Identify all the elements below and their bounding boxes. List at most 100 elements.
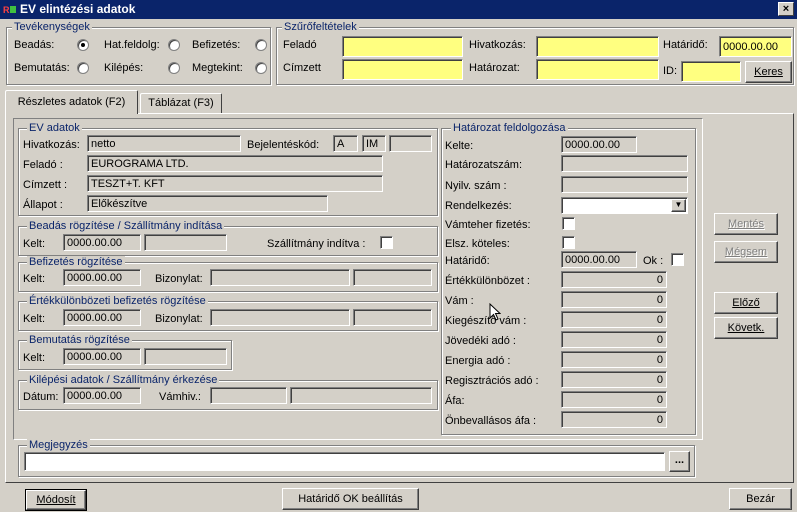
filter-cimzett-input[interactable] [342, 59, 463, 80]
bemutatas-kelt-field[interactable]: 0000.00.00 [63, 348, 141, 365]
amount-regisztracios-ado-field[interactable]: 0 [561, 371, 667, 388]
filter-hatarido-input[interactable]: 0000.00.00 [719, 36, 792, 57]
ev-bejelentes-label: Bejelentéskód: [247, 139, 320, 151]
tab-tablazat[interactable]: Táblázat (F3) [140, 93, 222, 113]
kilepesi-vamhiv-field[interactable] [210, 387, 287, 404]
szallitmany-checkbox[interactable] [380, 236, 393, 249]
mentes-button-label: Mentés [727, 218, 765, 230]
ev-allapot-field[interactable]: Előkészítve [87, 195, 328, 212]
elozo-button[interactable]: Előző [714, 292, 778, 314]
amount-label: Önbevallásos áfa : [445, 415, 537, 427]
befizetes-bizonylat-label: Bizonylat: [155, 273, 203, 285]
beadas-extra-field[interactable] [144, 234, 227, 251]
radio-hatfeldolg[interactable] [168, 39, 180, 51]
title-bar: R EV elintézési adatok × [0, 0, 797, 19]
megsem-button[interactable]: Mégsem [714, 241, 778, 263]
hatarozatszam-field[interactable] [561, 155, 688, 172]
chevron-down-icon: ▼ [674, 200, 683, 209]
kilepesi-datum-field[interactable]: 0000.00.00 [63, 387, 141, 404]
ev-bejelentes-extra[interactable] [389, 135, 432, 152]
radio-beadas[interactable] [77, 39, 89, 51]
bemutatas-extra-field[interactable] [144, 348, 227, 365]
bezar-button[interactable]: Bezár [729, 488, 792, 510]
ev-bejelentes-im[interactable]: IM [362, 135, 386, 152]
megjegyzes-more-button[interactable]: ... [669, 451, 690, 472]
kilepesi-extra-field[interactable] [290, 387, 432, 404]
ev-group-title: EV adatok [27, 122, 82, 134]
elozo-button-label: Előző [732, 297, 760, 309]
rendelkezes-label: Rendelkezés: [445, 200, 512, 212]
beadas-kelt-label: Kelt: [23, 238, 46, 250]
filter-id-input[interactable] [681, 61, 741, 82]
hatarozat-hatarido-field[interactable]: 0000.00.00 [561, 251, 637, 268]
befizetes-kelt-field[interactable]: 0000.00.00 [63, 269, 141, 286]
search-button[interactable]: Keres [745, 61, 792, 83]
activity-group [6, 27, 271, 85]
hatarozat-group-title: Határozat feldolgozása [451, 122, 568, 134]
filter-hatarozat-input[interactable] [536, 59, 659, 80]
befizetes-group-title: Befizetés rögzítése [27, 256, 125, 268]
window-title: EV elintézési adatok [20, 2, 136, 16]
mentes-button[interactable]: Mentés [714, 213, 778, 235]
kilepesi-vamhiv-label: Vámhiv.: [159, 391, 201, 403]
befizetes-extra-field[interactable] [353, 269, 432, 286]
amount-label: Energia adó : [445, 355, 511, 367]
ev-felado-label: Feladó : [23, 159, 63, 171]
filter-group-title: Szűrőfeltételek [282, 21, 359, 33]
filter-hivatkozas-input[interactable] [536, 36, 659, 57]
hatarozatszam-label: Határozatszám: [445, 159, 523, 171]
radio-befizetes[interactable] [255, 39, 267, 51]
bemutatas-group-title: Bemutatás rögzítése [27, 334, 132, 346]
filter-hatarozat-label: Határozat: [469, 62, 520, 74]
amount-jovedeki-ado-field[interactable]: 0 [561, 331, 667, 348]
tab-reszletes[interactable]: Részletes adatok (F2) [5, 90, 138, 114]
ok-checkbox[interactable] [671, 253, 684, 266]
ertekkulonbozeti-kelt-field[interactable]: 0000.00.00 [63, 309, 141, 326]
rendelkezes-dropdown-button[interactable]: ▼ [671, 199, 686, 212]
radio-kilepes[interactable] [168, 62, 180, 74]
hatarido-ok-button[interactable]: Határidő OK beállítás [282, 488, 419, 510]
amount-label: Vám : [445, 295, 474, 307]
beadas-group-title: Beadás rögzítése / Szállítmány indítása [27, 220, 225, 232]
filter-id-label: ID: [663, 65, 678, 77]
amount-label: Jövedéki adó : [445, 335, 516, 347]
ev-hivatkozas-label: Hivatkozás: [23, 139, 80, 151]
befizetes-bizonylat-field[interactable] [210, 269, 350, 286]
hatarozat-kelte-field[interactable]: 0000.00.00 [561, 136, 637, 153]
amount-kiegeszito-vam-field[interactable]: 0 [561, 311, 667, 328]
ev-cimzett-field[interactable]: TESZT+T. KFT [87, 175, 383, 192]
amount-ertekkulonbozet-field[interactable]: 0 [561, 271, 667, 288]
rendelkezes-select[interactable] [561, 197, 688, 214]
amount-vam-field[interactable]: 0 [561, 291, 667, 308]
ertekkulonbozeti-kelt-label: Kelt: [23, 313, 46, 325]
amount-energia-ado-field[interactable]: 0 [561, 351, 667, 368]
kilepesi-group-title: Kilépési adatok / Szállítmány érkezése [27, 374, 220, 386]
szallitmany-label: Szállítmány indítva : [267, 238, 366, 250]
bemutatas-kelt-label: Kelt: [23, 352, 46, 364]
nyilv-label: Nyilv. szám : [445, 180, 507, 192]
vamteher-checkbox[interactable] [562, 217, 575, 230]
amount-onbevallasos-afa-field[interactable]: 0 [561, 411, 667, 428]
elsz-checkbox[interactable] [562, 236, 575, 249]
megjegyzes-input[interactable] [24, 452, 665, 471]
filter-felado-input[interactable] [342, 36, 463, 57]
kovetk-button[interactable]: Követk. [714, 317, 778, 339]
mouse-cursor-icon [489, 303, 501, 321]
filter-cimzett-label: Címzett [283, 62, 321, 74]
radio-bemutatas[interactable] [77, 62, 89, 74]
kilepesi-datum-label: Dátum: [23, 391, 59, 403]
ev-hivatkozas-field[interactable]: netto [87, 135, 241, 152]
ertekkulonbozeti-extra-field[interactable] [353, 309, 432, 326]
close-button[interactable]: × [778, 2, 794, 16]
amount-afa-field[interactable]: 0 [561, 391, 667, 408]
elsz-label: Elsz. köteles: [445, 238, 510, 250]
ev-bejelentes-a[interactable]: A [333, 135, 358, 152]
ev-felado-field[interactable]: EUROGRAMA LTD. [87, 155, 383, 172]
app-icon: R [3, 3, 17, 16]
radio-megtekint[interactable] [255, 62, 267, 74]
beadas-kelt-field[interactable]: 0000.00.00 [63, 234, 141, 251]
nyilv-field[interactable] [561, 176, 688, 193]
kovetk-button-label: Követk. [727, 322, 765, 334]
modosit-button[interactable]: Módosít [25, 489, 87, 511]
ertekkulonbozeti-bizonylat-field[interactable] [210, 309, 350, 326]
